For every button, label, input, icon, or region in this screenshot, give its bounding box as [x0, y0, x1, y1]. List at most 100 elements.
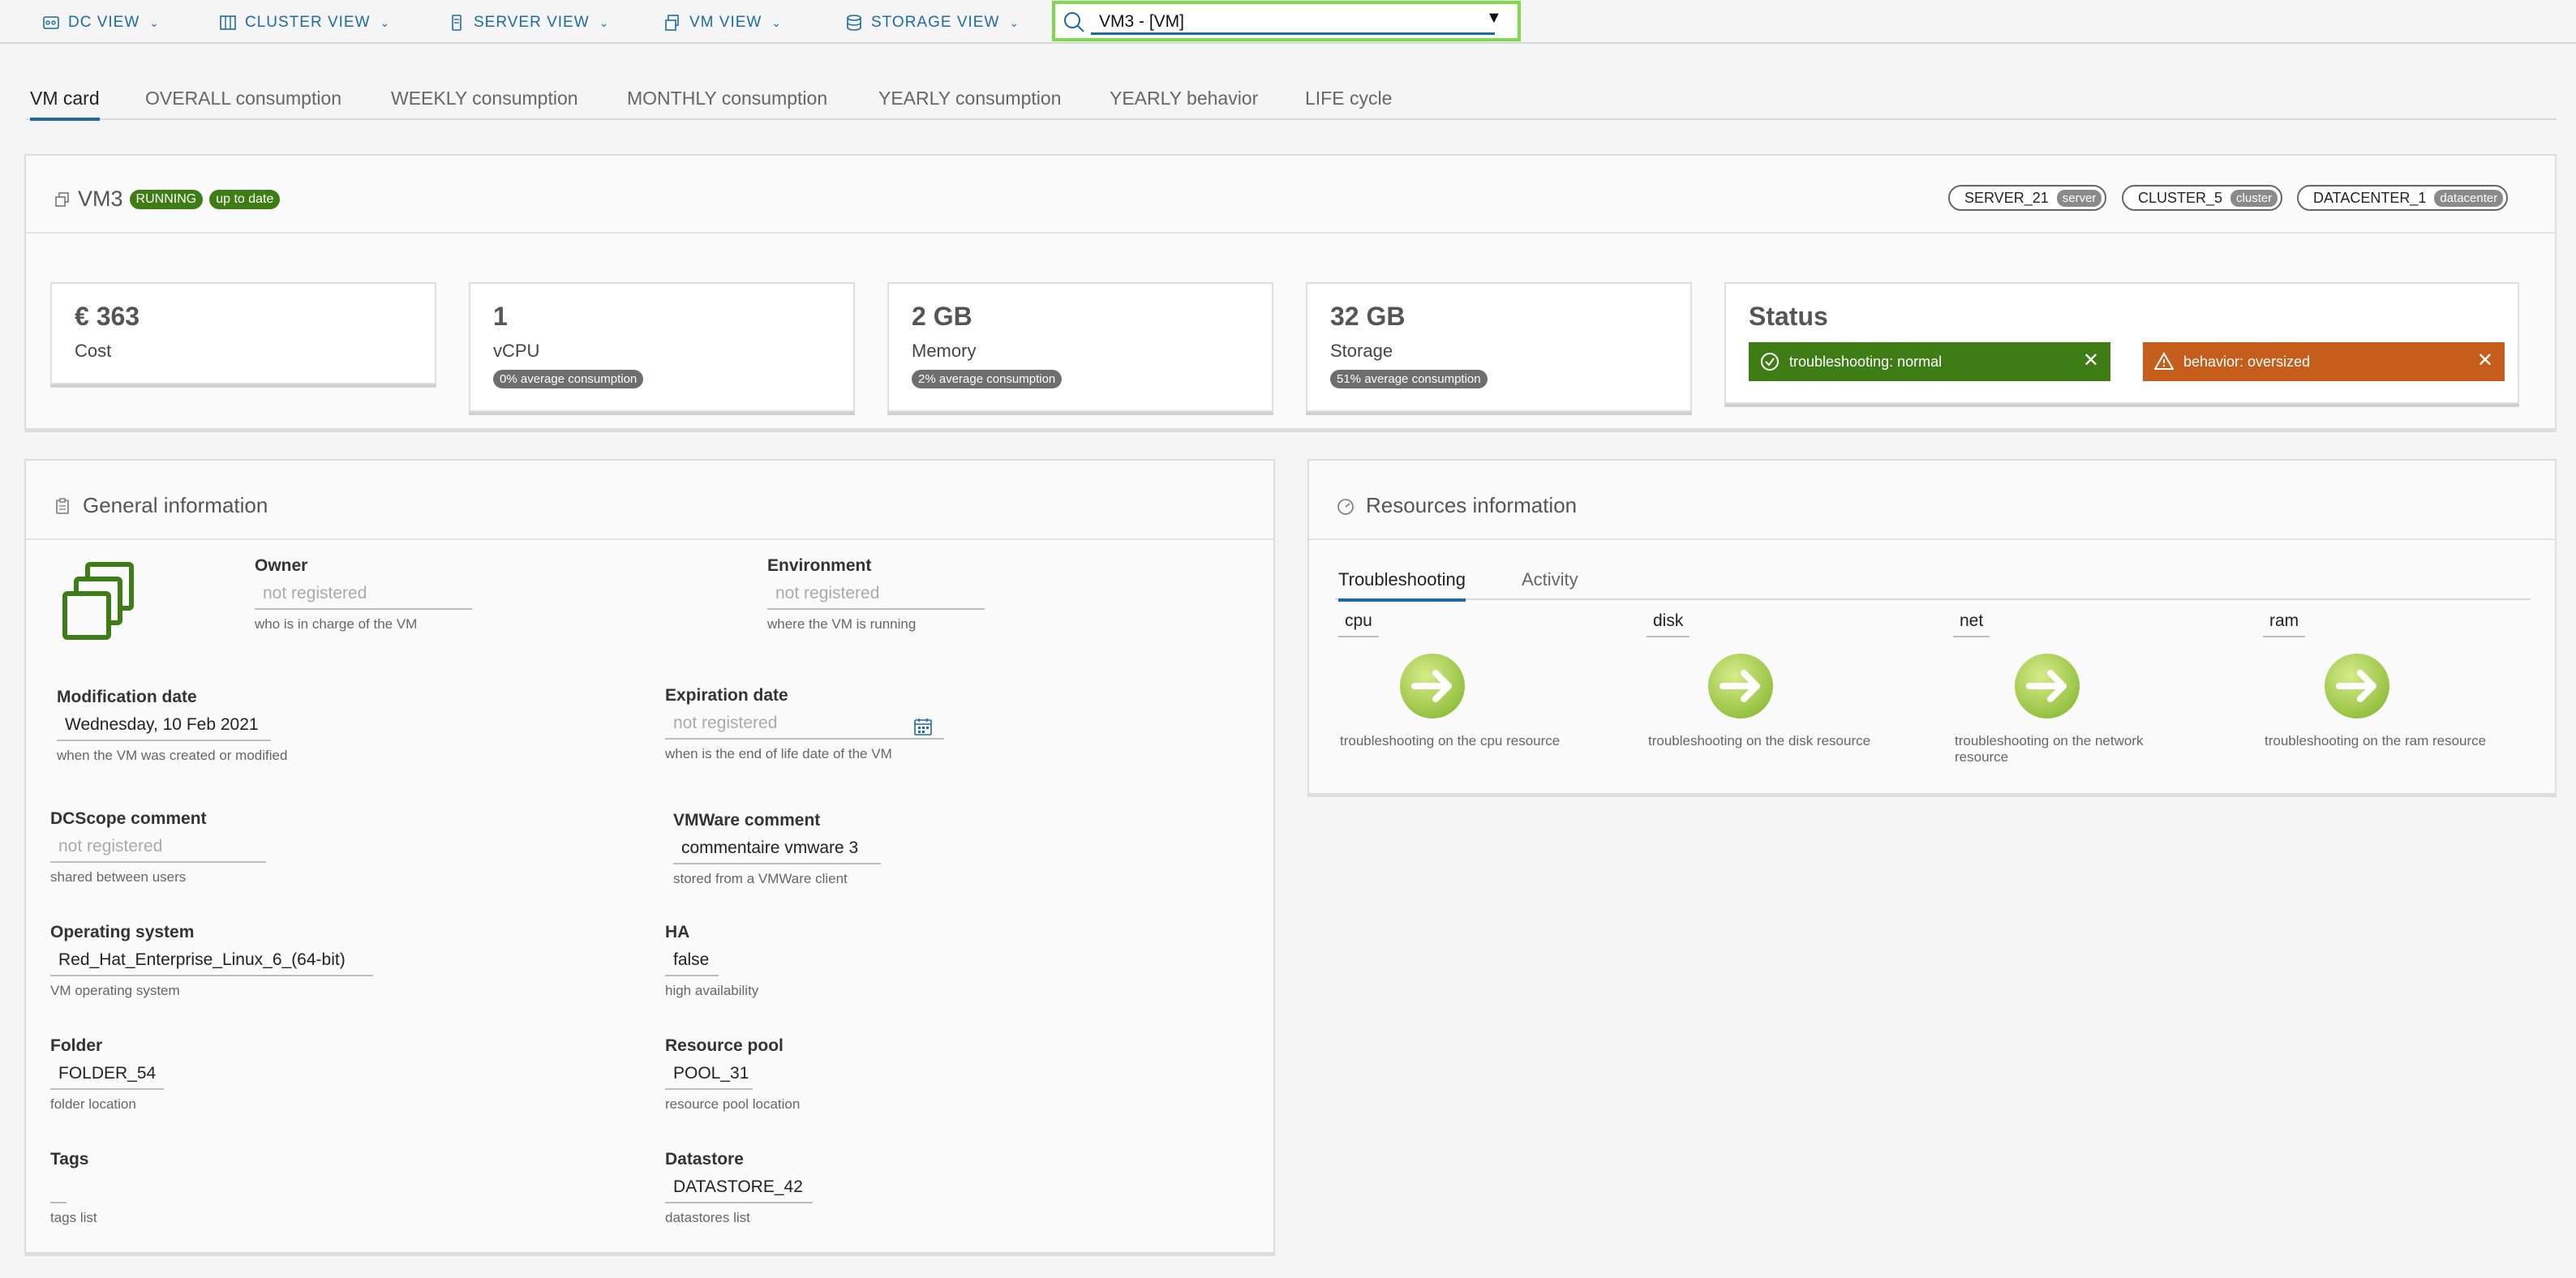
close-icon[interactable]: ✕	[2477, 349, 2493, 372]
ha-field: HA false high availability	[665, 923, 758, 999]
general-information-title: General information	[54, 493, 268, 518]
server-link[interactable]: SERVER_21 server	[1948, 185, 2107, 211]
environment-label: Environment	[767, 556, 872, 575]
tags-field: Tags tags list	[50, 1150, 97, 1226]
cluster-link[interactable]: CLUSTER_5 cluster	[2122, 185, 2283, 211]
warning-icon	[2154, 352, 2174, 370]
ha-value: false	[665, 949, 719, 976]
storage-consumption-badge: 51% average consumption	[1330, 370, 1488, 388]
tab-activity[interactable]: Activity	[1522, 569, 1578, 598]
storage-view-menu[interactable]: STORAGE VIEW ⌄	[845, 11, 1020, 34]
dc-view-menu[interactable]: DC VIEW ⌄	[42, 11, 160, 34]
search-icon	[1064, 12, 1084, 32]
behavior-status-text: behavior: oversized	[2183, 353, 2311, 370]
tab-vm-card[interactable]: VM card	[30, 88, 100, 121]
server-icon	[452, 15, 462, 31]
disk-resource-name: disk	[1646, 611, 1690, 637]
resources-information-header: Resources information	[1309, 461, 2555, 540]
chevron-down-icon: ⌄	[599, 15, 610, 29]
tab-overall-consumption[interactable]: OVERALL consumption	[145, 88, 341, 118]
cost-card: € 363 Cost	[50, 282, 436, 384]
resources-information-title: Resources information	[1337, 493, 1577, 518]
vcpu-card: 1 vCPU 0% average consumption	[469, 282, 855, 412]
tab-life-cycle[interactable]: LIFE cycle	[1305, 88, 1392, 118]
tab-yearly-behavior[interactable]: YEARLY behavior	[1110, 88, 1258, 118]
server-view-menu[interactable]: SERVER VIEW ⌄	[448, 11, 609, 34]
operating-system-help: VM operating system	[50, 983, 180, 998]
vm-icon	[55, 191, 69, 207]
search-input[interactable]: VM3 - [VM]	[1091, 9, 1495, 35]
storage-label: Storage	[1330, 341, 1393, 361]
search-box[interactable]: VM3 - [VM] ▼	[1052, 1, 1521, 41]
memory-consumption-badge: 2% average consumption	[912, 370, 1063, 388]
cost-value: € 363	[75, 302, 140, 331]
datacenter-icon	[43, 16, 59, 29]
tab-yearly-consumption[interactable]: YEARLY consumption	[878, 88, 1061, 118]
cluster-type-badge: cluster	[2230, 189, 2278, 207]
vm-view-menu[interactable]: VM VIEW ⌄	[663, 11, 782, 34]
memory-label: Memory	[912, 341, 977, 361]
ram-resource: ram troubleshooting on the ram resource	[2263, 611, 2531, 748]
datacenter-link[interactable]: DATACENTER_1 datacenter	[2297, 185, 2509, 211]
folder-help: folder location	[50, 1096, 136, 1112]
owner-input[interactable]: not registered	[255, 582, 472, 610]
calendar-icon[interactable]	[913, 717, 933, 736]
arrow-right-icon[interactable]	[1398, 652, 1466, 720]
troubleshooting-status-alert: troubleshooting: normal ✕	[1749, 342, 2110, 381]
modification-date-value: Wednesday, 10 Feb 2021	[57, 714, 271, 741]
main-tabs: VM card OVERALL consumption WEEKLY consu…	[26, 81, 2557, 121]
general-information-text: General information	[83, 493, 268, 517]
close-icon[interactable]: ✕	[2083, 349, 2099, 372]
cluster-view-menu[interactable]: CLUSTER VIEW ⌄	[219, 11, 390, 34]
storage-icon	[847, 15, 861, 31]
chevron-down-icon: ⌄	[380, 15, 391, 29]
top-navigation: DC VIEW ⌄ CLUSTER VIEW ⌄ SERVER VIEW ⌄ VM V…	[0, 0, 2576, 44]
server-view-label: SERVER VIEW	[474, 14, 590, 31]
resources-tabs: Troubleshooting Activity	[1335, 564, 2531, 602]
dropdown-arrow-icon[interactable]: ▼	[1486, 9, 1502, 28]
dcscope-comment-input[interactable]: not registered	[50, 835, 266, 863]
modification-date-label: Modification date	[57, 688, 197, 706]
storage-card: 32 GB Storage 51% average consumption	[1306, 282, 1692, 412]
datastore-label: Datastore	[665, 1150, 744, 1169]
status-title: Status	[1749, 302, 1828, 331]
arrow-right-icon[interactable]	[2323, 652, 2391, 720]
vmware-comment-value: commentaire vmware 3	[673, 837, 881, 864]
arrow-right-icon[interactable]	[2013, 652, 2081, 720]
modification-date-help: when the VM was created or modified	[57, 748, 288, 763]
net-resource: net troubleshooting on the network resou…	[1953, 611, 2221, 765]
operating-system-field: Operating system Red_Hat_Enterprise_Linu…	[50, 923, 373, 999]
up-to-date-badge: up to date	[209, 189, 281, 209]
folder-label: Folder	[50, 1036, 103, 1055]
chevron-down-icon: ⌄	[149, 15, 161, 29]
datastore-help: datastores list	[665, 1210, 750, 1225]
server-name: SERVER_21	[1964, 189, 2049, 206]
tab-weekly-consumption[interactable]: WEEKLY consumption	[391, 88, 578, 118]
ram-resource-description: troubleshooting on the ram resource	[2265, 733, 2487, 748]
dcscope-comment-field: DCScope comment not registered shared be…	[50, 809, 266, 886]
datacenter-type-badge: datacenter	[2434, 189, 2504, 207]
cluster-name: CLUSTER_5	[2138, 189, 2223, 206]
environment-field: Environment not registered where the VM …	[767, 556, 985, 633]
resource-pool-field: Resource pool POOL_31 resource pool loca…	[665, 1036, 800, 1113]
vcpu-consumption-badge: 0% average consumption	[493, 370, 644, 388]
tab-monthly-consumption[interactable]: MONTHLY consumption	[627, 88, 827, 118]
vm-view-label: VM VIEW	[689, 14, 762, 31]
troubleshooting-status-text: troubleshooting: normal	[1789, 353, 1943, 370]
folder-field: Folder FOLDER_54 folder location	[50, 1036, 164, 1113]
arrow-right-icon[interactable]	[1707, 652, 1775, 720]
environment-input[interactable]: not registered	[767, 582, 985, 610]
expiration-date-input[interactable]: not registered	[665, 712, 944, 740]
chevron-down-icon: ⌄	[771, 15, 783, 29]
datastore-value: DATASTORE_42	[665, 1176, 813, 1203]
vmware-comment-label: VMWare comment	[673, 811, 821, 830]
resource-pool-help: resource pool location	[665, 1096, 801, 1112]
running-badge: RUNNING	[129, 189, 204, 209]
dcscope-comment-label: DCScope comment	[50, 809, 207, 828]
storage-value: 32 GB	[1330, 302, 1406, 331]
tab-troubleshooting[interactable]: Troubleshooting	[1338, 569, 1466, 602]
vm-title: VM3 RUNNING up to date	[54, 187, 281, 212]
vcpu-value: 1	[493, 302, 508, 331]
check-circle-icon	[1761, 353, 1779, 371]
owner-field: Owner not registered who is in charge of…	[255, 556, 472, 633]
